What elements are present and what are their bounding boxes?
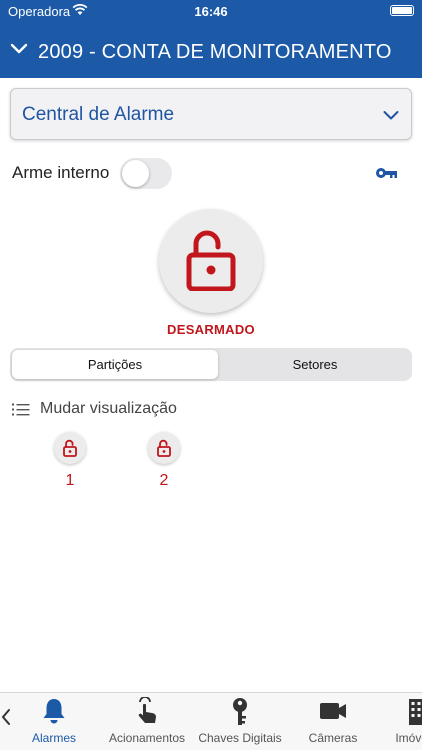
internal-arm-label: Arme interno <box>12 163 110 182</box>
partition-item[interactable]: 2 <box>148 432 182 490</box>
bell-icon <box>41 697 67 730</box>
tab-label: Acionamentos <box>108 731 186 745</box>
status-time: 16:46 <box>194 4 228 19</box>
internal-arm-toggle[interactable] <box>120 158 172 189</box>
key-icon <box>230 697 250 732</box>
chevron-down-icon <box>383 108 399 126</box>
tab-acionamentos[interactable]: Acionamentos <box>104 693 190 750</box>
view-segmented-control: Partições Setores <box>10 348 412 381</box>
building-icon <box>405 697 422 732</box>
account-title: 2009 - CONTA DE MONITORAMENTO <box>38 41 392 63</box>
tab-alarmes[interactable]: Alarmes <box>18 693 90 750</box>
list-icon <box>12 403 30 422</box>
change-view-label: Mudar visualização <box>40 400 177 417</box>
battery-icon <box>390 5 414 16</box>
bottom-tab-bar: Alarmes Acionamentos Chaves Digitais Câm… <box>0 692 422 750</box>
tab-label: Imóveis <box>395 731 422 745</box>
toggle-knob <box>122 160 149 187</box>
status-bar: Operadora 16:46 <box>0 0 422 24</box>
key-icon[interactable] <box>375 165 399 181</box>
tab-label: Alarmes <box>31 731 76 745</box>
partition-lock-button[interactable] <box>54 432 86 464</box>
account-header[interactable]: 2009 - CONTA DE MONITORAMENTO <box>0 24 422 78</box>
partition-number: 2 <box>159 472 169 489</box>
tab-label: Câmeras <box>308 731 358 745</box>
change-view-button[interactable]: Mudar visualização <box>12 398 212 422</box>
tab-sectors[interactable]: Setores <box>220 350 410 379</box>
unlocked-padlock-icon <box>157 439 171 457</box>
alarm-state-label: DESARMADO <box>167 322 255 337</box>
partition-lock-button[interactable] <box>148 432 180 464</box>
tab-chaves-digitais[interactable]: Chaves Digitais <box>193 693 287 750</box>
chevron-down-icon[interactable] <box>10 42 28 60</box>
tab-imoveis[interactable]: Imóveis <box>384 693 422 750</box>
tab-partitions[interactable]: Partições <box>12 350 218 379</box>
hand-tap-icon <box>134 696 160 732</box>
tab-cameras[interactable]: Câmeras <box>300 693 366 750</box>
tab-label: Chaves Digitais <box>198 731 282 745</box>
video-camera-icon <box>318 697 348 730</box>
arm-disarm-button[interactable] <box>159 209 263 313</box>
unlocked-padlock-icon <box>186 230 236 291</box>
partition-item[interactable]: 1 <box>54 432 88 490</box>
unlocked-padlock-icon <box>63 439 77 457</box>
scroll-left-icon[interactable] <box>0 707 14 731</box>
partition-number: 1 <box>65 472 75 489</box>
device-select-value: Central de Alarme <box>22 104 175 125</box>
device-select[interactable]: Central de Alarme <box>10 88 412 140</box>
